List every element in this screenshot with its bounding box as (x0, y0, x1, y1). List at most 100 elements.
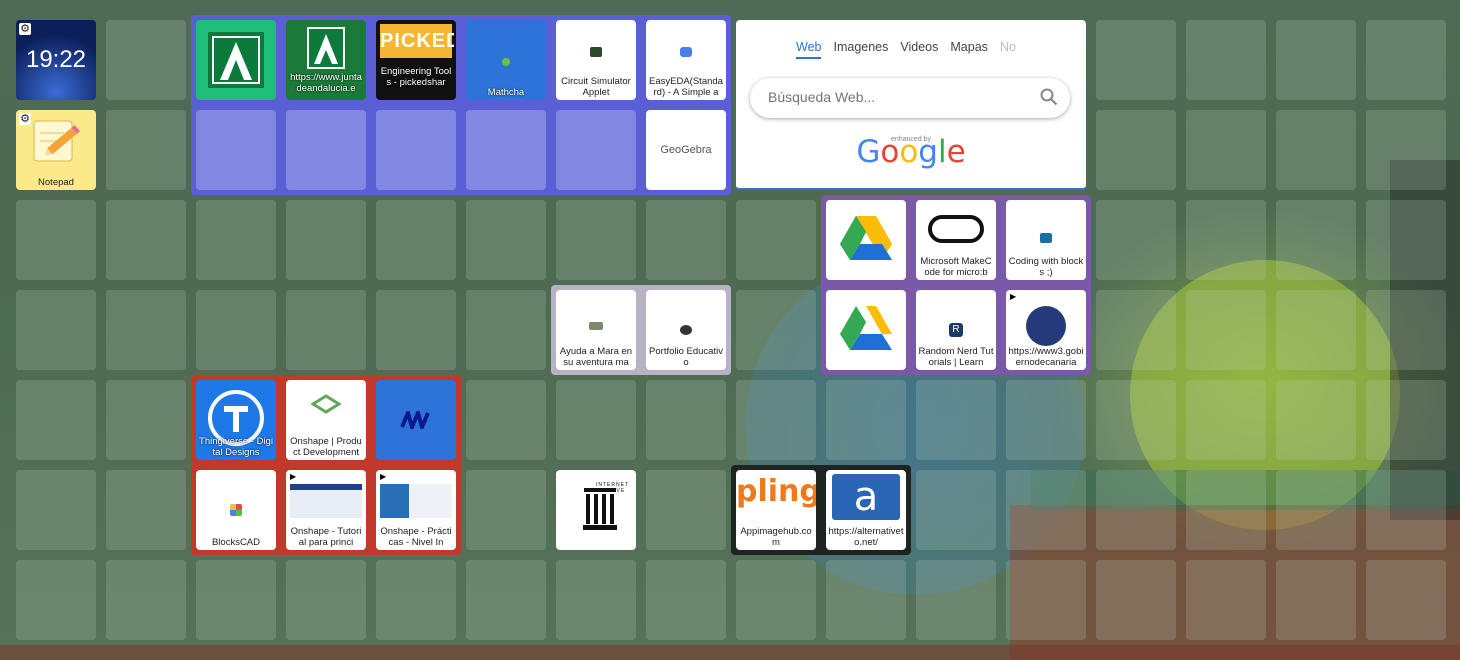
search-input[interactable] (766, 88, 1030, 106)
empty-slot (1096, 380, 1176, 460)
picked-logo: PICKED (380, 24, 454, 58)
tile-circuit-simulator[interactable]: Circuit Simulator Applet (556, 20, 636, 100)
tab-videos[interactable]: Videos (900, 40, 938, 59)
empty-slot (1186, 560, 1266, 640)
tile-thingiverse[interactable]: Thingiverse - Digital Designs (196, 380, 276, 460)
empty-slot (1006, 560, 1086, 640)
empty-slot (556, 200, 636, 280)
tab-mapas[interactable]: Mapas (950, 40, 988, 59)
empty-slot (1186, 470, 1266, 550)
empty-slot (16, 560, 96, 640)
empty-slot (916, 560, 996, 640)
tile-geogebra[interactable]: GeoGebra (646, 110, 726, 190)
alternativeto-logo: a (832, 474, 900, 520)
empty-slot (16, 290, 96, 370)
tile-label: EasyEDA(Standard) - A Simple a (649, 76, 723, 98)
empty-slot (376, 200, 456, 280)
tile-label: Ayuda a Mara en su aventura ma (559, 346, 633, 368)
tile-onshape[interactable]: Onshape | Product Development (286, 380, 366, 460)
empty-slot (106, 20, 186, 100)
tile-label: Onshape | Product Development (290, 436, 362, 458)
empty-slot (1366, 470, 1446, 550)
tile-google-drive-1[interactable] (826, 200, 906, 280)
tile-label: https://www.juntadeandalucia.e (290, 72, 362, 94)
empty-slot (736, 200, 816, 280)
tile-blockscad[interactable]: BlocksCAD (196, 470, 276, 550)
tile-onshape-tutorial[interactable]: ▶ Onshape - Tutorial para princi (286, 470, 366, 550)
tile-appimagehub[interactable]: pling Appimagehub.com (736, 470, 816, 550)
empty-slot (466, 380, 546, 460)
empty-slot (286, 560, 366, 640)
empty-slot (106, 380, 186, 460)
google-drive-icon (840, 216, 892, 260)
tile-ayuda-mara[interactable]: Ayuda a Mara en su aventura ma (556, 290, 636, 370)
tile-alternativeto[interactable]: a https://alternativeto.net/ (826, 470, 906, 550)
tab-imagenes[interactable]: Imagenes (833, 40, 888, 59)
empty-slot (736, 560, 816, 640)
empty-slot (1276, 290, 1356, 370)
tile-internet-archive[interactable]: INTERNET ARCHIVE (556, 470, 636, 550)
pling-logo: pling (736, 474, 816, 509)
search-box (750, 78, 1070, 118)
tile-label: Microsoft MakeCode for micro:b (920, 256, 992, 278)
tile-label: Appimagehub.com (740, 526, 812, 548)
empty-slot (1276, 560, 1356, 640)
play-icon: ▶ (290, 472, 297, 481)
empty-slot (466, 200, 546, 280)
tile-label: BlocksCAD (211, 537, 261, 548)
tab-web[interactable]: Web (796, 40, 822, 59)
tile-gobierno-canarias[interactable]: ▶ https://www3.gobiernodecanaria (1006, 290, 1086, 370)
geogebra-logo: GeoGebra (660, 144, 712, 156)
empty-slot (286, 200, 366, 280)
notepad-pencil-icon (33, 120, 80, 162)
junta-andalucia-logo-icon (208, 32, 264, 88)
tile-junta-andalucia[interactable] (196, 20, 276, 100)
empty-slot (556, 110, 636, 190)
google-drive-icon (840, 306, 892, 350)
tile-random-nerd[interactable]: R Random Nerd Tutorials | Learn (916, 290, 996, 370)
search-widget: Web Imagenes Videos Mapas No enhanced by… (736, 20, 1086, 190)
tab-more[interactable]: No (1000, 40, 1016, 59)
empty-slot (1276, 110, 1356, 190)
play-icon: ▶ (380, 472, 387, 481)
empty-slot (1366, 380, 1446, 460)
empty-slot (196, 290, 276, 370)
empty-slot (466, 470, 546, 550)
empty-slot (1186, 200, 1266, 280)
empty-slot (1186, 20, 1266, 100)
notepad-widget[interactable]: ⚙ Notepad (16, 110, 96, 190)
tile-label: Circuit Simulator Applet (561, 76, 631, 98)
empty-slot (1276, 20, 1356, 100)
clock-time: 19:22 (25, 46, 87, 73)
junta-andalucia-logo-icon (307, 27, 345, 69)
portfolio-icon (680, 325, 692, 335)
empty-slot (1096, 20, 1176, 100)
tile-mathcha[interactable]: Mathcha (466, 20, 546, 100)
gear-icon[interactable]: ⚙ (19, 23, 31, 35)
tile-portfolio[interactable]: Portfolio Educativo (646, 290, 726, 370)
video-thumbnail (290, 484, 362, 518)
empty-slot (466, 560, 546, 640)
empty-slot (1276, 380, 1356, 460)
tile-picked[interactable]: PICKED Engineering Tools - pickedshar (376, 20, 456, 100)
empty-slot (1276, 470, 1356, 550)
tile-junta-andalucia-url[interactable]: https://www.juntadeandalucia.e (286, 20, 366, 100)
tile-onshape-practicas[interactable]: ▶ Onshape - Prácticas - Nivel In (376, 470, 456, 550)
tile-coding-blocks[interactable]: Coding with blocks ;) (1006, 200, 1086, 280)
empty-slot (826, 560, 906, 640)
empty-slot (1276, 200, 1356, 280)
puzzle-piece-icon (1040, 233, 1052, 244)
tile-miro[interactable] (376, 380, 456, 460)
clock-widget[interactable]: ⚙ 19:22 (16, 20, 96, 100)
tile-easyeda[interactable]: EasyEDA(Standard) - A Simple a (646, 20, 726, 100)
tile-makecode[interactable]: Microsoft MakeCode for micro:b (916, 200, 996, 280)
search-tabs: Web Imagenes Videos Mapas No (796, 40, 1016, 59)
tile-label: Onshape - Prácticas - Nivel In (378, 526, 454, 548)
empty-slot (1096, 200, 1176, 280)
tile-label: Engineering Tools - pickedshar (380, 66, 452, 88)
tile-google-drive-2[interactable] (826, 290, 906, 370)
gobierno-canarias-icon (1026, 306, 1066, 346)
empty-slot (1186, 290, 1266, 370)
notepad-label: Notepad (38, 177, 74, 188)
search-icon[interactable] (1040, 88, 1058, 106)
